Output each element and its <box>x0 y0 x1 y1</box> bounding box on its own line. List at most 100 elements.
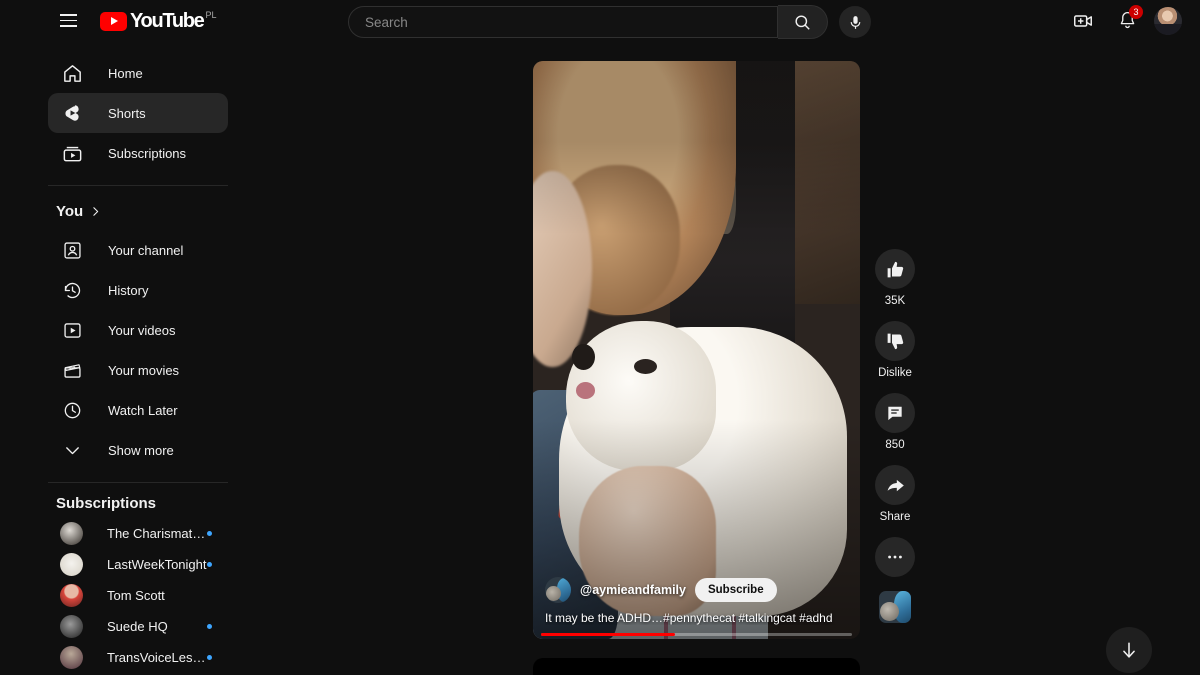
like-action: 35K <box>875 249 915 307</box>
more-options-button[interactable] <box>875 537 915 577</box>
dislike-label: Dislike <box>878 367 912 379</box>
logo-country-code: PL <box>205 9 217 20</box>
sidebar-item-your-channel[interactable]: Your channel <box>48 230 228 270</box>
channel-name: Tom Scott <box>107 588 165 603</box>
dislike-button[interactable] <box>875 321 915 361</box>
sidebar-item-label: Show more <box>108 442 174 458</box>
history-icon <box>60 278 84 302</box>
thumbs-up-icon <box>887 261 903 277</box>
comments-button[interactable] <box>875 393 915 433</box>
subscription-item[interactable]: The Charismatic … <box>48 518 228 549</box>
sidebar-item-watch-later[interactable]: Watch Later <box>48 390 228 430</box>
create-video-icon <box>1074 14 1092 27</box>
search-button[interactable] <box>778 5 828 39</box>
channel-avatar <box>60 522 83 545</box>
play-triangle-icon <box>100 11 127 31</box>
dislike-action: Dislike <box>875 321 915 379</box>
comment-icon <box>888 406 902 421</box>
subscription-item[interactable]: TransVoiceLess… <box>48 642 228 673</box>
subscribe-button[interactable]: Subscribe <box>694 578 777 602</box>
arrow-down-icon <box>1123 642 1135 658</box>
subscription-item[interactable]: Suede HQ <box>48 611 228 642</box>
sidebar-item-label: Your channel <box>108 242 184 258</box>
create-button[interactable] <box>1066 4 1100 38</box>
microphone-icon <box>850 15 860 29</box>
youtube-logo[interactable]: YouTube PL <box>100 9 217 32</box>
sidebar: Home Shorts Subscriptions You Your chann… <box>0 41 240 675</box>
new-content-dot <box>207 655 212 660</box>
sidebar-item-label: Your videos <box>108 322 176 338</box>
new-content-dot <box>207 624 212 629</box>
sidebar-item-label: History <box>108 282 149 298</box>
channel-row: @aymieandfamily Subscribe <box>545 577 850 603</box>
shorts-stage: @aymieandfamily Subscribe It may be the … <box>240 41 1200 675</box>
channel-name: LastWeekTonight <box>107 557 207 572</box>
top-bar-actions: 3 <box>1066 0 1182 41</box>
chevron-down-icon <box>60 438 84 462</box>
notification-count-badge: 3 <box>1129 4 1143 19</box>
like-button[interactable] <box>875 249 915 289</box>
clock-icon <box>60 398 84 422</box>
video-frame <box>533 61 860 639</box>
subscriptions-section-title: Subscriptions <box>56 495 157 512</box>
sidebar-item-subscriptions[interactable]: Subscriptions <box>48 133 228 173</box>
video-metadata-overlay: @aymieandfamily Subscribe It may be the … <box>545 577 850 625</box>
next-shorts-video-container[interactable] <box>533 658 860 675</box>
shorts-action-rail: 35K Dislike 850 Share <box>867 61 923 639</box>
search-box[interactable] <box>348 6 778 38</box>
top-bar: YouTube PL Search 3 <box>0 0 1200 41</box>
share-button[interactable] <box>875 465 915 505</box>
like-count: 35K <box>884 295 906 307</box>
more-options-icon <box>888 555 902 559</box>
thumbs-down-icon <box>887 333 903 349</box>
video-progress-fill <box>541 633 675 636</box>
sidebar-divider <box>48 185 228 186</box>
channel-avatar <box>60 615 83 638</box>
share-action: Share <box>875 465 915 523</box>
channel-handle[interactable]: @aymieandfamily <box>580 583 686 597</box>
channel-avatar <box>60 584 83 607</box>
sidebar-item-history[interactable]: History <box>48 270 228 310</box>
sidebar-item-shorts[interactable]: Shorts <box>48 93 228 133</box>
logo-text: YouTube <box>130 9 205 32</box>
account-avatar[interactable] <box>1154 6 1182 35</box>
subscription-item[interactable]: Tom Scott <box>48 580 228 611</box>
next-short-button[interactable] <box>1106 627 1152 673</box>
shorts-video-player[interactable]: @aymieandfamily Subscribe It may be the … <box>533 61 860 639</box>
clapperboard-icon <box>60 358 84 382</box>
share-arrow-icon <box>887 479 904 491</box>
home-icon <box>60 61 84 85</box>
subscription-item[interactable]: LastWeekTonight <box>48 549 228 580</box>
new-content-dot <box>207 562 212 567</box>
channel-avatar <box>60 553 83 576</box>
subscriptions-icon <box>60 141 84 165</box>
sidebar-item-your-movies[interactable]: Your movies <box>48 350 228 390</box>
sidebar-item-label: Shorts <box>108 105 146 121</box>
sidebar-item-home[interactable]: Home <box>48 53 228 93</box>
notifications-button[interactable]: 3 <box>1110 4 1144 38</box>
video-progress-bar[interactable] <box>541 633 852 636</box>
channel-name: The Charismatic … <box>107 526 207 541</box>
chevron-right-icon <box>93 206 99 216</box>
channel-name: TransVoiceLess… <box>107 650 207 665</box>
new-content-dot <box>207 531 212 536</box>
sidebar-item-label: Watch Later <box>108 402 178 418</box>
sidebar-divider-2 <box>48 482 228 483</box>
channel-name: Suede HQ <box>107 619 168 634</box>
you-section-header[interactable]: You <box>56 198 240 224</box>
sidebar-item-label: Your movies <box>108 362 180 378</box>
sidebar-item-your-videos[interactable]: Your videos <box>48 310 228 350</box>
channel-avatar[interactable] <box>545 577 571 603</box>
voice-search-button[interactable] <box>839 6 871 38</box>
search-input[interactable] <box>365 14 777 30</box>
search-icon <box>795 14 810 30</box>
sidebar-item-show-more[interactable]: Show more <box>48 430 228 470</box>
more-action <box>875 537 915 577</box>
share-label: Share <box>879 511 911 523</box>
sidebar-item-label: Subscriptions <box>108 145 187 161</box>
video-title: It may be the ADHD…#pennythecat #talking… <box>545 611 833 625</box>
shorts-icon <box>60 101 84 125</box>
hamburger-menu-icon[interactable] <box>48 1 88 41</box>
channel-thumbnail-button[interactable] <box>879 591 911 623</box>
channel-avatar <box>60 646 83 669</box>
